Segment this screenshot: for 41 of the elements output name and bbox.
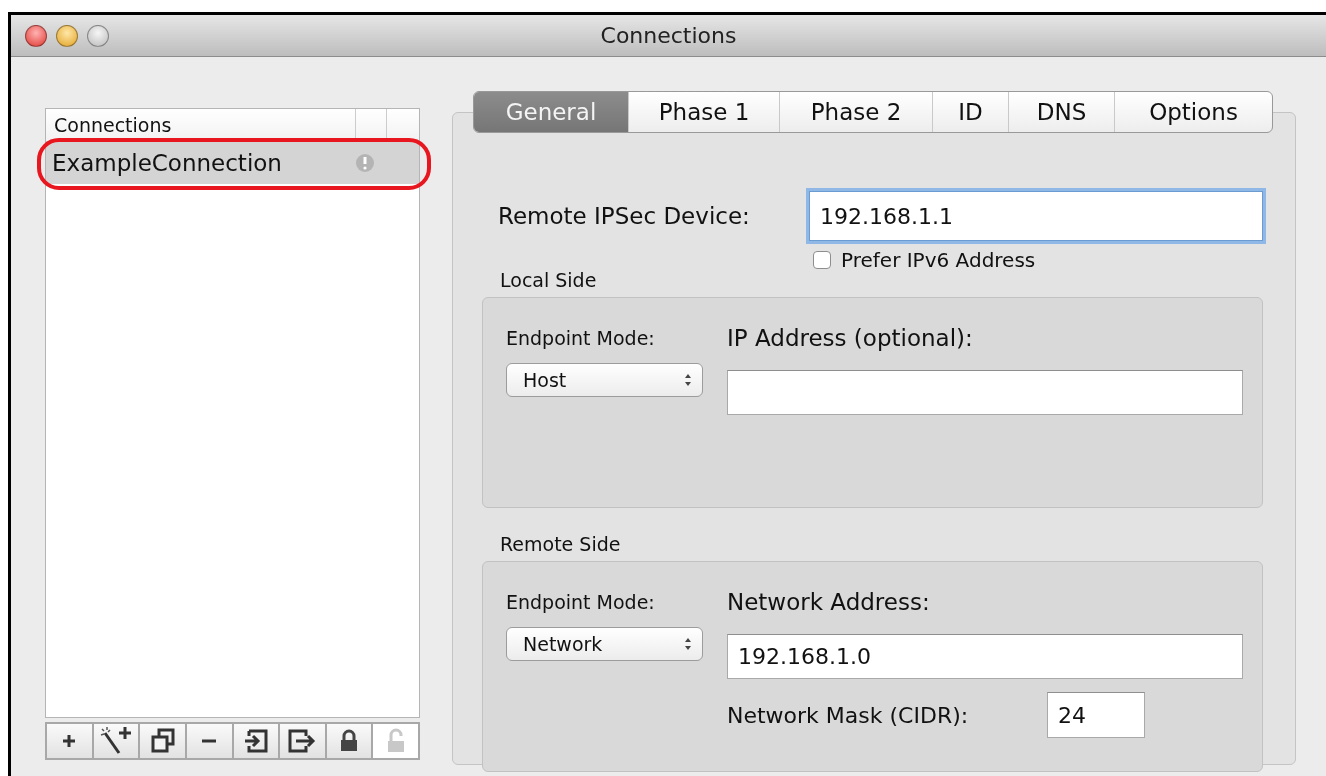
tab[interactable]: Phase 1 — [629, 92, 780, 132]
toolbar-button[interactable] — [47, 724, 94, 758]
window-title: Connections — [600, 23, 737, 48]
unlock-icon — [385, 728, 406, 754]
field-label: Remote IPSec Device: — [498, 203, 751, 229]
field-label: IP Address (optional): — [727, 325, 973, 351]
close-button[interactable] — [25, 24, 47, 47]
checkbox[interactable] — [813, 251, 831, 269]
endpoint-mode-popup[interactable]: Host — [506, 363, 703, 397]
tab[interactable]: Options — [1115, 92, 1272, 132]
tab[interactable]: DNS — [1009, 92, 1115, 132]
connection-row[interactable]: ExampleConnection — [46, 142, 419, 184]
tab[interactable]: ID — [933, 92, 1009, 132]
address-field[interactable] — [727, 370, 1243, 415]
endpoint-mode-popup[interactable]: Network — [506, 627, 703, 661]
tab[interactable]: Phase 2 — [780, 92, 933, 132]
toolbar-button[interactable] — [233, 724, 281, 758]
export-icon — [287, 729, 318, 753]
field-label: Endpoint Mode: — [506, 591, 655, 613]
section-label: Local Side — [500, 269, 597, 291]
section-label: Remote Side — [500, 533, 621, 555]
up-down-arrows-icon — [684, 373, 692, 387]
remote-device-field[interactable]: 192.168.1.1 — [809, 191, 1263, 241]
field-label: Network Address: — [727, 589, 930, 615]
field-label: Endpoint Mode: — [506, 327, 655, 349]
toolbar-button[interactable] — [326, 724, 374, 758]
toolbar-button[interactable] — [280, 724, 327, 758]
zoom-button[interactable] — [87, 24, 109, 47]
import-icon — [242, 729, 269, 753]
toolbar-button[interactable] — [140, 724, 187, 758]
toolbar-button[interactable] — [93, 724, 141, 758]
network-mask-field[interactable]: 24 — [1047, 692, 1145, 738]
tab[interactable]: General — [474, 92, 629, 132]
minimize-button[interactable] — [56, 24, 78, 47]
minus-icon — [200, 738, 219, 744]
checkbox-label: Prefer IPv6 Address — [841, 248, 1036, 272]
address-field[interactable]: 192.168.1.0 — [727, 634, 1243, 679]
lock-icon — [339, 729, 360, 753]
up-down-arrows-icon — [684, 637, 692, 651]
duplicate-icon — [149, 728, 176, 754]
field-label: Network Mask (CIDR): — [727, 702, 970, 728]
